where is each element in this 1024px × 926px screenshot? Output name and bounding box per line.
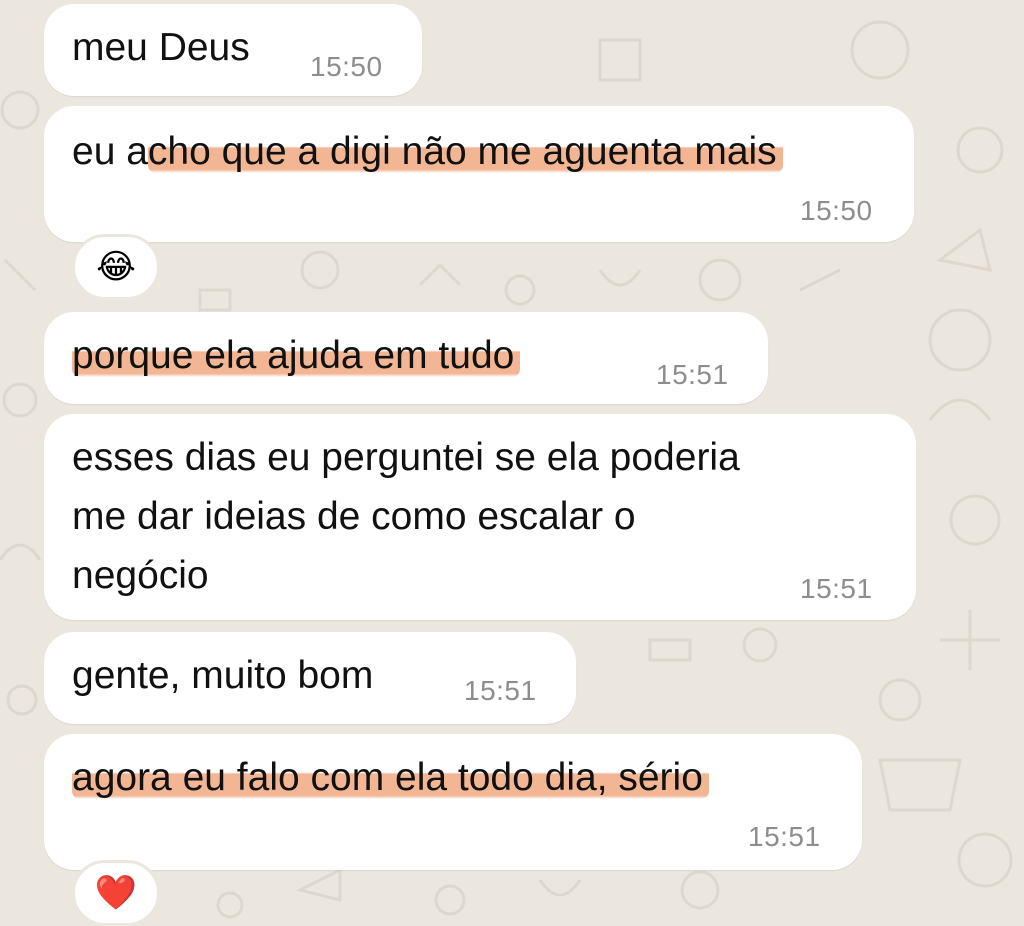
message-bubble[interactable]: agora eu falo com ela todo dia, sério 15… [44,734,862,870]
laughing-emoji-reaction[interactable]: 😂 [72,234,160,300]
message-text-line: esses dias eu perguntei se ela poderia [72,436,740,479]
message-text: eu acho que a digi não me aguenta mais [72,122,783,181]
message-text-line: me dar ideias de como escalar o [72,495,636,538]
message-bubble[interactable]: porque ela ajuda em tudo 15:51 [44,312,768,404]
highlighted-text: cho que a digi não me aguenta mais [147,130,783,173]
laughing-emoji-icon: 😂 [96,247,136,287]
message-text: gente, muito bom [72,654,374,697]
message-bubble[interactable]: eu acho que a digi não me aguenta mais 1… [44,106,914,242]
message-timestamp: 15:51 [800,573,873,604]
message-timestamp: 15:51 [748,821,821,852]
heart-emoji-reaction[interactable]: ❤️ [72,860,160,926]
message-timestamp: 15:50 [800,195,873,226]
message-timestamp: 15:51 [464,675,537,706]
message-timestamp: 15:50 [310,51,383,82]
message-text-plain: eu a [72,130,148,173]
message-bubble[interactable]: meu Deus 15:50 [44,4,422,96]
message-text-line: negócio [72,554,209,597]
message-text: porque ela ajuda em tudo [72,326,521,385]
message-bubble[interactable]: esses dias eu perguntei se ela poderia m… [44,414,916,620]
message-text: agora eu falo com ela todo dia, sério [72,748,709,807]
message-bubble[interactable]: gente, muito bom 15:51 [44,632,576,724]
highlighted-text: agora eu falo com ela todo dia, sério [72,756,709,799]
highlighted-text: porque ela ajuda em tudo [72,334,521,377]
heart-emoji-icon: ❤️ [94,873,138,913]
message-text: meu Deus [72,26,250,69]
message-timestamp: 15:51 [656,359,729,390]
